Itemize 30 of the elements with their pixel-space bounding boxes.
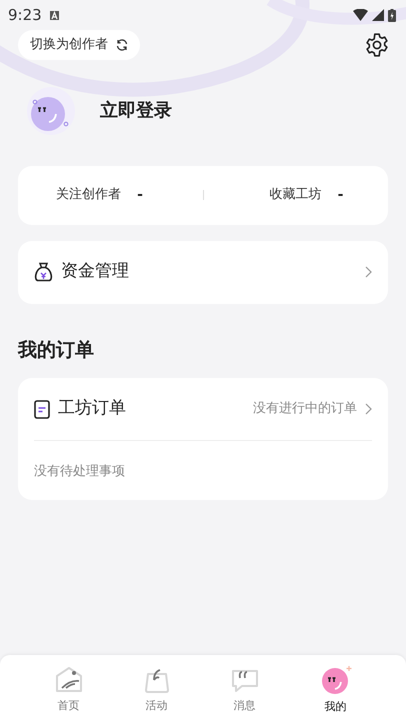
chevron-right-icon [365, 403, 372, 415]
stat-value: - [338, 186, 344, 204]
stat-label[interactable]: 收藏工坊 [270, 185, 322, 205]
stat-value: - [137, 186, 143, 204]
workshop-orders-label: 工坊订单 [58, 397, 126, 420]
avatar-icon [26, 86, 76, 136]
tab[interactable]: 首页 [46, 664, 92, 714]
wifi-icon [353, 9, 368, 21]
tab[interactable]: 我的 [310, 662, 360, 716]
switch-creator-button[interactable]: 切换为创作者 [18, 30, 140, 60]
tab[interactable]: 消息 [222, 664, 268, 714]
money-bag-icon [34, 262, 53, 282]
home-icon [54, 666, 84, 694]
tab[interactable]: 活动 [134, 664, 178, 714]
section-heading: 我的订单 [18, 338, 95, 362]
stat-label[interactable]: 关注创作者 [56, 185, 122, 205]
battery-icon [388, 8, 396, 22]
order-status-text: 没有进行中的订单 [253, 400, 357, 418]
chevron-right-icon [365, 266, 372, 278]
signal-icon [372, 9, 384, 21]
notification-icon [50, 10, 59, 20]
empty-text: 没有待处理事项 [34, 464, 125, 479]
refresh-icon [116, 38, 128, 51]
document-icon [34, 400, 50, 418]
funds-card[interactable]: 资金管理 [18, 240, 388, 304]
funds-label: 资金管理 [61, 260, 129, 284]
status-time: 9:23 [8, 4, 42, 26]
login-link[interactable]: 立即登录 [100, 97, 172, 124]
settings-icon[interactable] [364, 32, 390, 58]
workshop-orders-row[interactable]: 工坊订单 没有进行中的订单 [34, 378, 372, 441]
